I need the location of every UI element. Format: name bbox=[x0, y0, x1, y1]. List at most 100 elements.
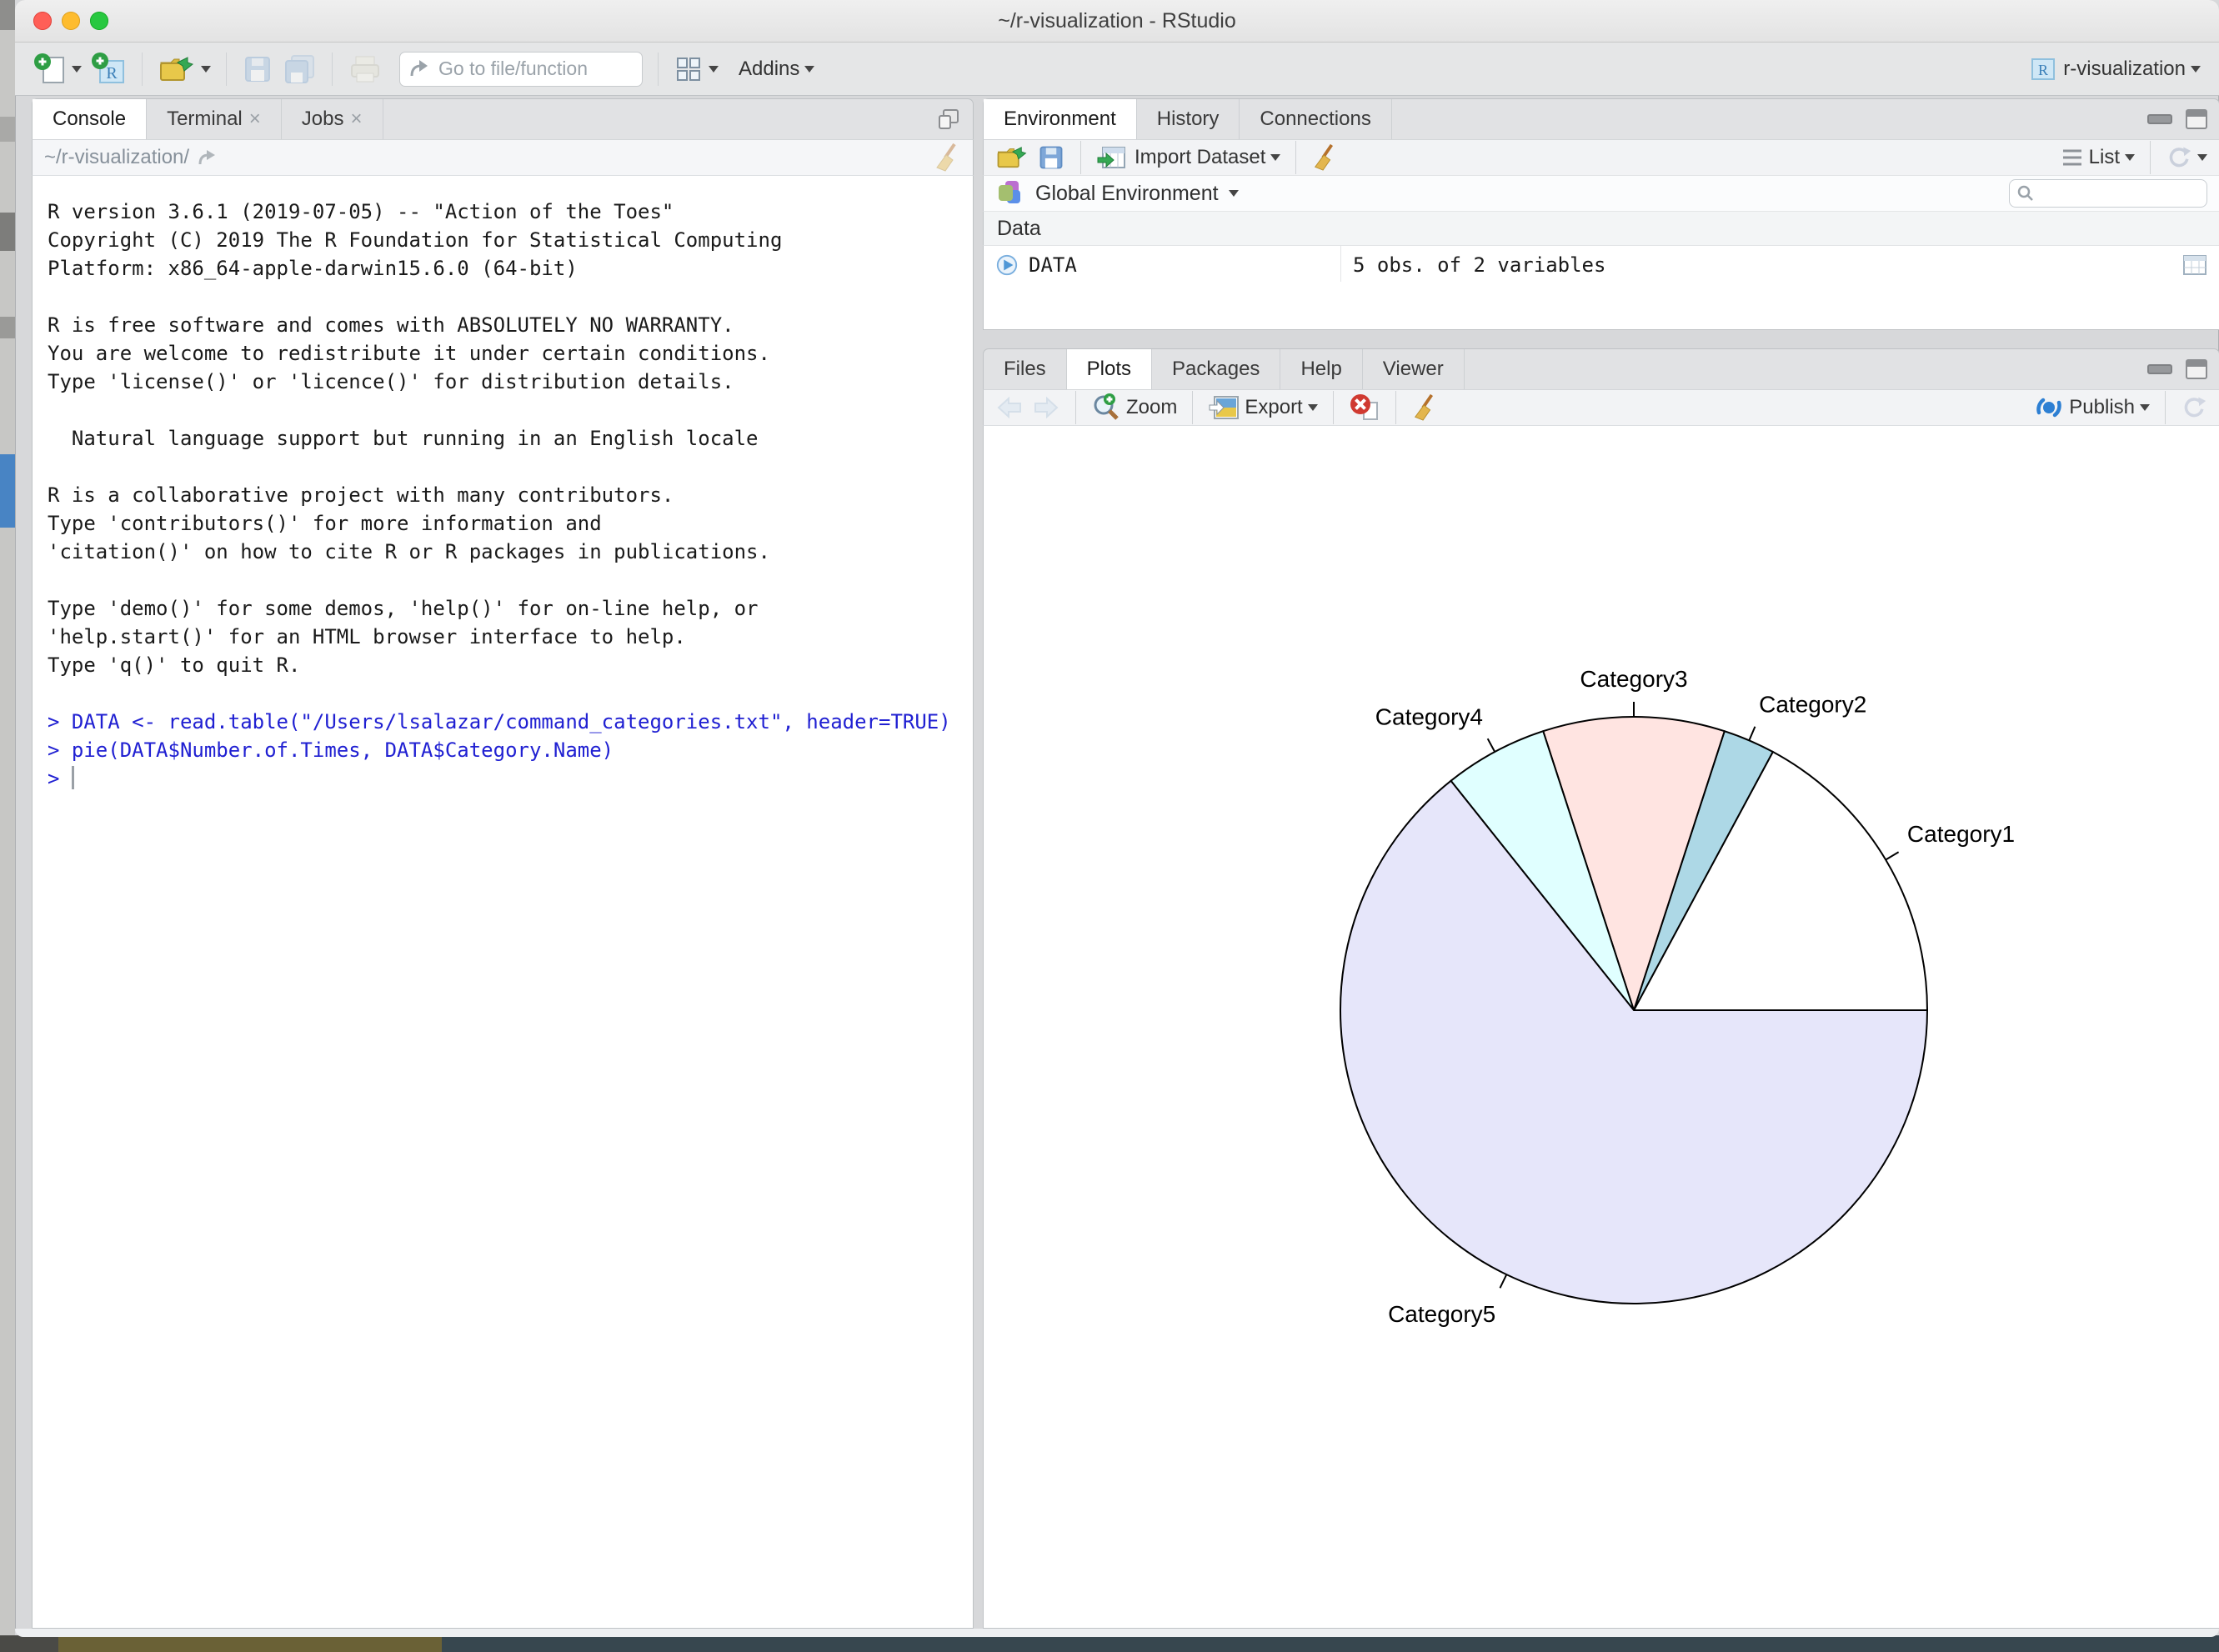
maximize-pane-icon[interactable] bbox=[2186, 359, 2207, 379]
tab-connections[interactable]: Connections bbox=[1240, 99, 1391, 139]
previous-plot-icon[interactable] bbox=[995, 395, 1024, 420]
pie-label: Category3 bbox=[1580, 666, 1687, 692]
section-label: Data bbox=[997, 217, 1041, 241]
export-plot-button[interactable]: Export bbox=[1208, 393, 1317, 422]
tab-terminal[interactable]: Terminal bbox=[147, 99, 282, 139]
open-file-button[interactable] bbox=[158, 53, 211, 86]
minimize-pane-icon[interactable] bbox=[2147, 364, 2172, 374]
console-line bbox=[48, 283, 959, 311]
console-output[interactable]: R version 3.6.1 (2019-07-05) -- "Action … bbox=[32, 175, 974, 1629]
addins-menu[interactable]: Addins bbox=[739, 58, 814, 81]
save-button[interactable] bbox=[242, 53, 273, 85]
background-fragment bbox=[0, 454, 15, 528]
object-row-DATA[interactable]: DATA 5 obs. of 2 variables bbox=[983, 245, 2219, 284]
tab-console[interactable]: Console bbox=[33, 99, 147, 139]
project-selector[interactable]: R r-visualization bbox=[2028, 54, 2201, 84]
text-cursor bbox=[72, 766, 74, 789]
environment-scope-row: Global Environment bbox=[983, 175, 2219, 211]
remove-plot-icon[interactable] bbox=[1349, 393, 1380, 423]
chevron-down-icon bbox=[2191, 66, 2201, 73]
pie-leader-line bbox=[1749, 727, 1755, 741]
pie-label: Category5 bbox=[1388, 1301, 1495, 1327]
print-button[interactable] bbox=[348, 53, 383, 85]
console-line: Platform: x86_64-apple-darwin15.6.0 (64-… bbox=[48, 254, 959, 283]
divider bbox=[2150, 141, 2151, 174]
environment-toolbar: Import Dataset List bbox=[983, 139, 2219, 175]
console-line: You are welcome to redistribute it under… bbox=[48, 339, 959, 368]
maximize-pane-icon[interactable] bbox=[936, 108, 961, 131]
close-icon[interactable] bbox=[249, 108, 261, 131]
refresh-plot-icon[interactable] bbox=[2181, 394, 2207, 421]
panes-grid-icon bbox=[674, 54, 704, 84]
plots-tabbar: Files Plots Packages Help Viewer bbox=[983, 348, 2219, 389]
goto-directory-icon[interactable] bbox=[198, 148, 219, 168]
save-all-icon bbox=[282, 53, 317, 86]
publish-button[interactable]: Publish bbox=[2034, 393, 2150, 423]
window-footer bbox=[15, 1629, 2219, 1637]
pane-layout-button[interactable] bbox=[674, 54, 719, 84]
zoom-plot-button[interactable]: Zoom bbox=[1091, 393, 1177, 423]
export-image-icon bbox=[1208, 393, 1240, 422]
divider bbox=[142, 53, 143, 86]
goto-file-input[interactable] bbox=[437, 57, 624, 81]
pie-leader-line bbox=[1500, 1274, 1506, 1288]
tab-label: Terminal bbox=[167, 108, 243, 131]
clear-environment-broom-icon[interactable] bbox=[1311, 143, 1338, 172]
object-name: DATA bbox=[1029, 253, 1077, 277]
save-workspace-icon[interactable] bbox=[1037, 143, 1065, 172]
console-path-band: ~/r-visualization/ bbox=[32, 139, 974, 175]
list-view-button[interactable]: List bbox=[2061, 146, 2135, 169]
minimize-pane-icon[interactable] bbox=[2147, 114, 2172, 124]
tab-history[interactable]: History bbox=[1137, 99, 1240, 139]
tab-label: Environment bbox=[1004, 108, 1116, 131]
clear-plots-broom-icon[interactable] bbox=[1411, 393, 1438, 422]
goto-file-search[interactable] bbox=[399, 52, 643, 87]
publish-icon bbox=[2034, 393, 2064, 423]
environment-search[interactable] bbox=[2009, 179, 2207, 208]
import-dataset-button[interactable]: Import Dataset bbox=[1096, 143, 1280, 173]
tab-environment[interactable]: Environment bbox=[984, 99, 1137, 139]
divider bbox=[1295, 141, 1296, 174]
tab-label: Jobs bbox=[302, 108, 344, 131]
maximize-pane-icon[interactable] bbox=[2186, 109, 2207, 129]
scope-label[interactable]: Global Environment bbox=[1035, 182, 1219, 206]
tab-label: Console bbox=[53, 108, 126, 131]
load-workspace-icon[interactable] bbox=[995, 143, 1029, 173]
object-summary: 5 obs. of 2 variables bbox=[1353, 253, 1605, 277]
new-project-button[interactable]: R bbox=[90, 51, 127, 88]
console-line: Type 'q()' to quit R. bbox=[48, 651, 959, 679]
environment-search-input[interactable] bbox=[2040, 182, 2193, 205]
chevron-down-icon bbox=[709, 66, 719, 73]
new-file-button[interactable] bbox=[33, 53, 82, 86]
divider bbox=[1192, 391, 1193, 424]
view-table-icon[interactable] bbox=[2182, 254, 2207, 276]
tab-packages[interactable]: Packages bbox=[1152, 349, 1280, 389]
save-all-button[interactable] bbox=[282, 53, 317, 86]
pie-label: Category2 bbox=[1759, 692, 1866, 718]
console-line: Type 'license()' or 'licence()' for dist… bbox=[48, 368, 959, 396]
main-toolbar: R bbox=[15, 43, 2219, 96]
tab-label: Files bbox=[1004, 358, 1046, 381]
clear-console-broom-icon[interactable] bbox=[933, 143, 961, 173]
tab-plots[interactable]: Plots bbox=[1067, 349, 1152, 389]
tab-label: History bbox=[1157, 108, 1220, 131]
rstudio-window: ~/r-visualization - RStudio R bbox=[15, 0, 2219, 1637]
close-icon[interactable] bbox=[350, 108, 362, 131]
new-document-icon bbox=[33, 53, 67, 86]
chevron-down-icon bbox=[2197, 154, 2207, 161]
divider bbox=[658, 53, 659, 86]
console-line: R is free software and comes with ABSOLU… bbox=[48, 311, 959, 339]
tab-label: Help bbox=[1300, 358, 1341, 381]
tab-label: Packages bbox=[1172, 358, 1260, 381]
divider bbox=[1395, 391, 1396, 424]
desktop-strip bbox=[58, 1635, 442, 1652]
next-plot-icon[interactable] bbox=[1032, 395, 1060, 420]
tab-viewer[interactable]: Viewer bbox=[1363, 349, 1465, 389]
refresh-environment-button[interactable] bbox=[2166, 144, 2207, 171]
console-line: Natural language support but running in … bbox=[48, 424, 959, 453]
tab-files[interactable]: Files bbox=[984, 349, 1067, 389]
chevron-down-icon bbox=[201, 66, 211, 73]
tab-jobs[interactable]: Jobs bbox=[282, 99, 383, 139]
expand-object-icon[interactable] bbox=[995, 253, 1019, 277]
tab-help[interactable]: Help bbox=[1280, 349, 1362, 389]
